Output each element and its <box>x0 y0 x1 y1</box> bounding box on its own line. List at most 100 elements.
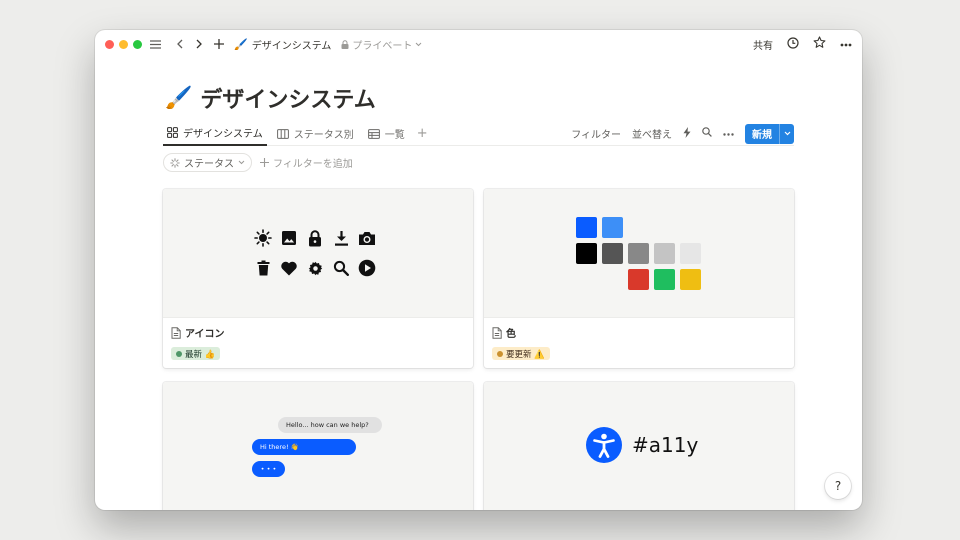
page-title-text: デザインシステム <box>200 88 376 113</box>
gallery-card-icons[interactable]: アイコン 最新 👍 <box>163 189 473 368</box>
status-dot <box>497 350 503 357</box>
board-icon <box>276 128 289 139</box>
sun-icon <box>254 229 272 247</box>
color-swatch-pale-gray <box>680 243 701 264</box>
status-chip-label: ステータス <box>184 159 234 170</box>
app-window: 🖌️ デザインシステム プライベート 共有 🖌️ デザインシステム デザインシス… <box>95 30 862 510</box>
page-icon <box>171 326 181 339</box>
tab-gallery-view[interactable]: デザインシステム <box>163 122 267 146</box>
color-swatch-gray <box>628 243 649 264</box>
view-actions: フィルター 並べ替え 新規 <box>571 123 794 144</box>
card-title: アイコン <box>171 325 465 340</box>
add-view-icon[interactable]: + <box>417 126 428 141</box>
favorite-star-icon[interactable] <box>813 36 826 52</box>
color-swatch-light-blue <box>602 217 623 238</box>
gallery-card-accessibility[interactable]: #a11y <box>484 382 794 510</box>
breadcrumb[interactable]: 🖌️ デザインシステム <box>234 37 331 52</box>
card-preview <box>484 189 794 318</box>
breadcrumb-title: デザインシステム <box>251 40 332 52</box>
color-swatch-black <box>576 243 597 264</box>
color-swatch-light-gray <box>654 243 675 264</box>
paintbrush-icon[interactable]: 🖌️ <box>165 86 192 111</box>
lock-icon <box>306 229 324 247</box>
tab-label: デザインシステム <box>183 129 263 140</box>
card-preview: Hello... how can we help? Hi there! 👋 • … <box>163 382 473 510</box>
tab-label: ステータス別 <box>293 130 354 141</box>
search-icon <box>332 259 350 277</box>
color-swatch-blue <box>576 217 597 238</box>
status-dot <box>176 350 182 357</box>
color-swatch-red <box>628 269 649 290</box>
sort-button[interactable]: 並べ替え <box>632 126 672 141</box>
icon-sample-grid <box>254 229 376 277</box>
card-preview: #a11y <box>484 382 794 510</box>
history-icon[interactable] <box>787 36 799 52</box>
status-badge-label: 要更新 ⚠️ <box>506 349 545 360</box>
lock-icon <box>341 39 349 49</box>
tab-board-view[interactable]: ステータス別 <box>273 122 358 146</box>
status-filter-chip[interactable]: ステータス <box>163 153 252 172</box>
menu-icon[interactable] <box>148 37 162 51</box>
tab-table-view[interactable]: 一覧 <box>364 122 409 146</box>
chat-bubble-outgoing: Hi there! 👋 <box>252 439 356 455</box>
status-badge: 要更新 ⚠️ <box>492 347 550 360</box>
download-icon <box>332 229 350 247</box>
image-icon <box>280 229 298 247</box>
card-title-text: 色 <box>506 329 516 340</box>
typing-indicator: • • • <box>252 461 285 477</box>
color-swatch-dark-gray <box>602 243 623 264</box>
card-title-text: アイコン <box>185 329 225 340</box>
trash-icon <box>254 259 272 277</box>
status-badge-label: 最新 👍 <box>185 349 216 360</box>
lightning-icon[interactable] <box>683 126 691 141</box>
color-swatch-green <box>654 269 675 290</box>
table-icon <box>367 128 380 139</box>
chevron-down-icon[interactable] <box>779 123 794 144</box>
titlebar-actions: 共有 <box>753 36 852 52</box>
status-badge: 最新 👍 <box>171 347 221 360</box>
add-filter-label: フィルターを追加 <box>273 159 353 170</box>
plus-icon <box>260 158 269 167</box>
accessibility-icon <box>586 427 622 463</box>
chat-bubble-incoming: Hello... how can we help? <box>278 417 382 433</box>
close-window-button[interactable] <box>105 39 114 49</box>
maximize-window-button[interactable] <box>133 39 142 49</box>
gallery-icon <box>167 127 178 138</box>
camera-icon <box>358 229 376 247</box>
card-meta: 色 要更新 ⚠️ <box>484 318 794 368</box>
page-title[interactable]: 🖌️ デザインシステム <box>165 82 376 114</box>
view-bar: デザインシステム ステータス別 一覧 + フィルター 並べ替え 新規 <box>163 122 794 146</box>
gallery-card-colors[interactable]: 色 要更新 ⚠️ <box>484 189 794 368</box>
window-controls <box>105 39 142 49</box>
chevron-down-icon <box>238 160 245 165</box>
privacy-dropdown[interactable]: プライベート <box>341 37 422 52</box>
accessibility-label: #a11y <box>632 433 699 457</box>
forward-icon[interactable] <box>192 37 206 51</box>
back-icon[interactable] <box>172 37 186 51</box>
filter-bar: ステータス フィルターを追加 <box>163 153 353 172</box>
privacy-label: プライベート <box>352 40 413 52</box>
card-title: 色 <box>492 325 786 340</box>
new-button[interactable]: 新規 <box>745 123 794 144</box>
card-preview <box>163 189 473 318</box>
add-filter-button[interactable]: フィルターを追加 <box>260 155 353 170</box>
search-icon[interactable] <box>702 127 712 140</box>
minimize-window-button[interactable] <box>119 39 128 49</box>
more-icon[interactable] <box>840 39 852 50</box>
new-page-icon[interactable] <box>212 37 226 51</box>
help-button[interactable]: ? <box>825 473 851 499</box>
more-options-icon[interactable] <box>723 128 734 139</box>
paintbrush-icon: 🖌️ <box>234 37 248 51</box>
play-circle-icon <box>358 259 376 277</box>
title-bar: 🖌️ デザインシステム プライベート 共有 <box>95 30 862 58</box>
accessibility-badge: #a11y <box>586 427 698 463</box>
page-icon <box>492 326 502 339</box>
share-button[interactable]: 共有 <box>753 37 773 52</box>
gallery-card-chat[interactable]: Hello... how can we help? Hi there! 👋 • … <box>163 382 473 510</box>
filter-button[interactable]: フィルター <box>571 126 621 141</box>
color-swatch-yellow <box>680 269 701 290</box>
new-button-label: 新規 <box>752 130 772 141</box>
heart-icon <box>280 259 298 277</box>
settings-gear-icon <box>306 259 324 277</box>
tab-label: 一覧 <box>384 130 405 141</box>
